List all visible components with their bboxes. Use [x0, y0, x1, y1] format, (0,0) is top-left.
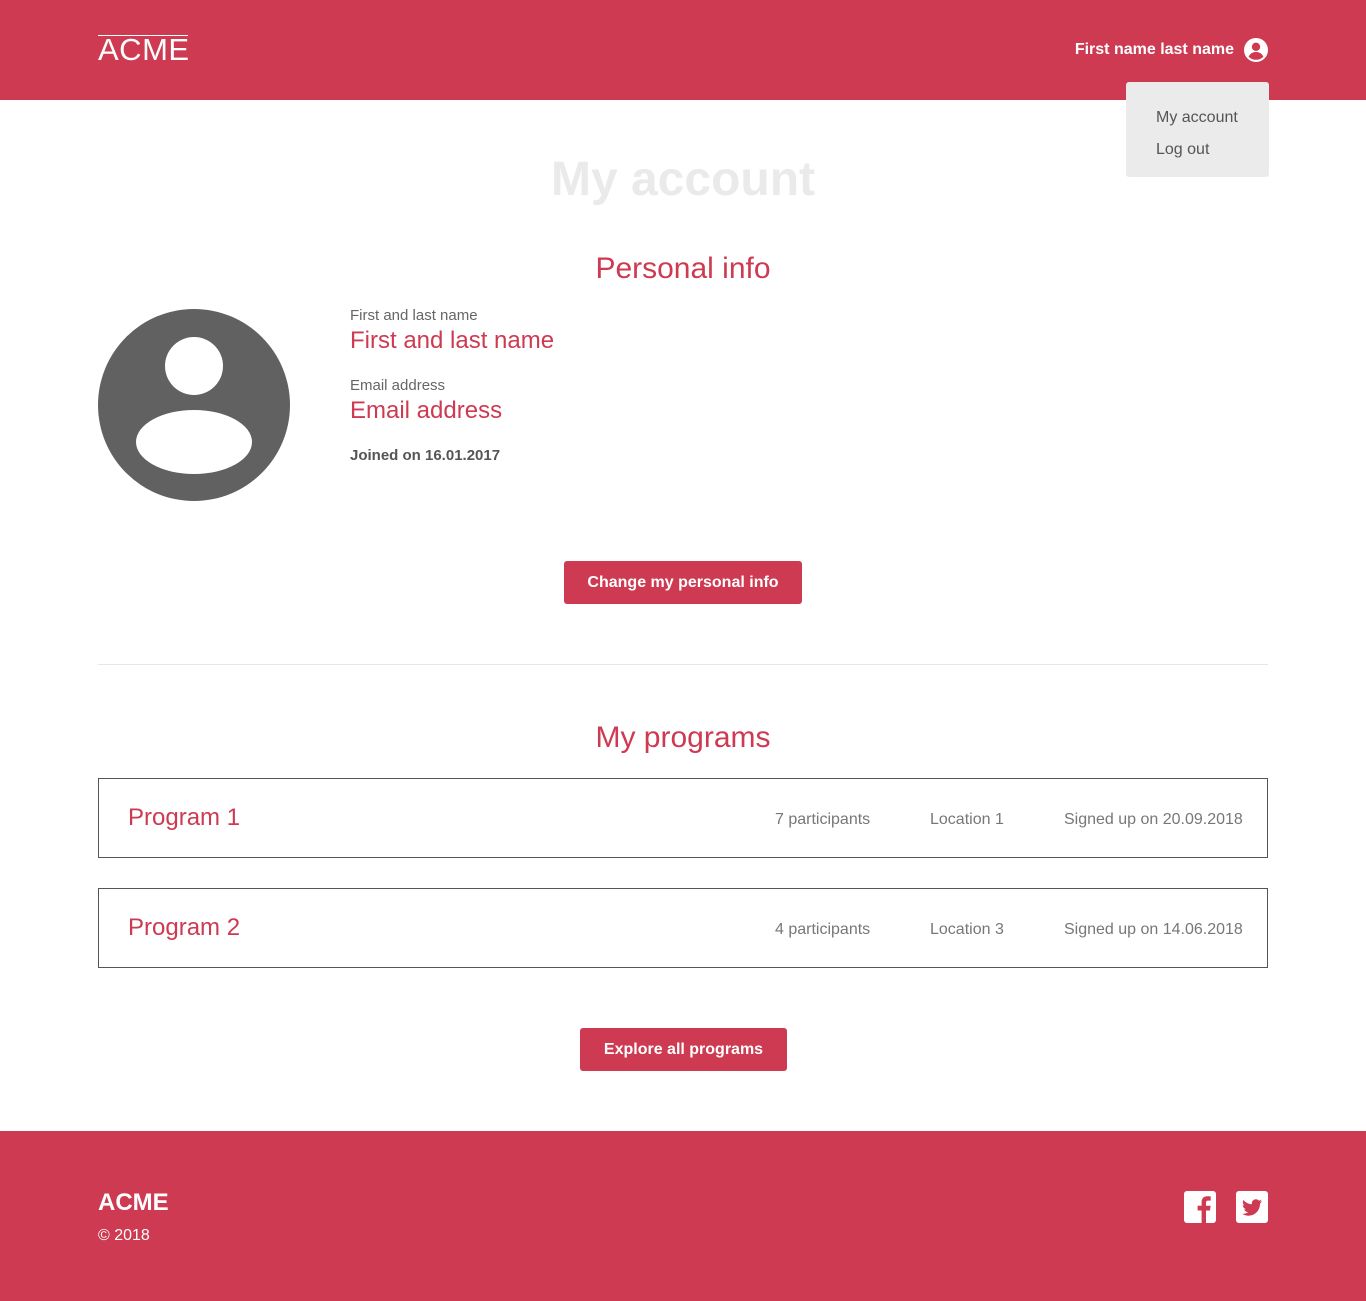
change-personal-info-button[interactable]: Change my personal info — [564, 561, 802, 604]
section-divider — [98, 664, 1268, 665]
program-location: Location 3 — [930, 921, 1004, 938]
program-signup-date: Signed up on 20.09.2018 — [1064, 811, 1243, 828]
user-menu-name[interactable]: First name last name — [1075, 39, 1234, 61]
program-card[interactable]: Program 2 4 participants Location 3 Sign… — [98, 888, 1268, 968]
program-location: Location 1 — [930, 811, 1004, 828]
program-participants: 4 participants — [775, 921, 871, 938]
program-card[interactable]: Program 1 7 participants Location 1 Sign… — [98, 778, 1268, 858]
facebook-icon[interactable] — [1184, 1191, 1216, 1223]
program-name[interactable]: Program 1 — [128, 803, 240, 833]
footer-copyright: © 2018 — [98, 1227, 150, 1244]
twitter-icon[interactable] — [1236, 1191, 1268, 1223]
account-circle-icon[interactable] — [1244, 38, 1268, 62]
footer-logo: ACME — [98, 1189, 169, 1216]
explore-programs-button[interactable]: Explore all programs — [580, 1028, 787, 1071]
name-label: First and last name — [350, 307, 478, 324]
email-label: Email address — [350, 377, 446, 394]
user-avatar-icon — [98, 309, 290, 501]
menu-item-log-out[interactable]: Log out — [1156, 134, 1269, 166]
name-value: First and last name — [350, 327, 555, 354]
site-footer: ACME © 2018 — [0, 1131, 1366, 1301]
menu-item-my-account[interactable]: My account — [1156, 102, 1269, 134]
user-dropdown-menu: My account Log out — [1126, 82, 1269, 177]
header-logo[interactable]: ACME — [98, 34, 190, 66]
email-value: Email address — [350, 397, 503, 424]
program-name[interactable]: Program 2 — [128, 913, 240, 943]
joined-date: Joined on 16.01.2017 — [350, 447, 501, 464]
my-programs-heading: My programs — [595, 721, 771, 754]
program-signup-date: Signed up on 14.06.2018 — [1064, 921, 1243, 938]
program-participants: 7 participants — [775, 811, 871, 828]
personal-info-heading: Personal info — [595, 252, 771, 285]
